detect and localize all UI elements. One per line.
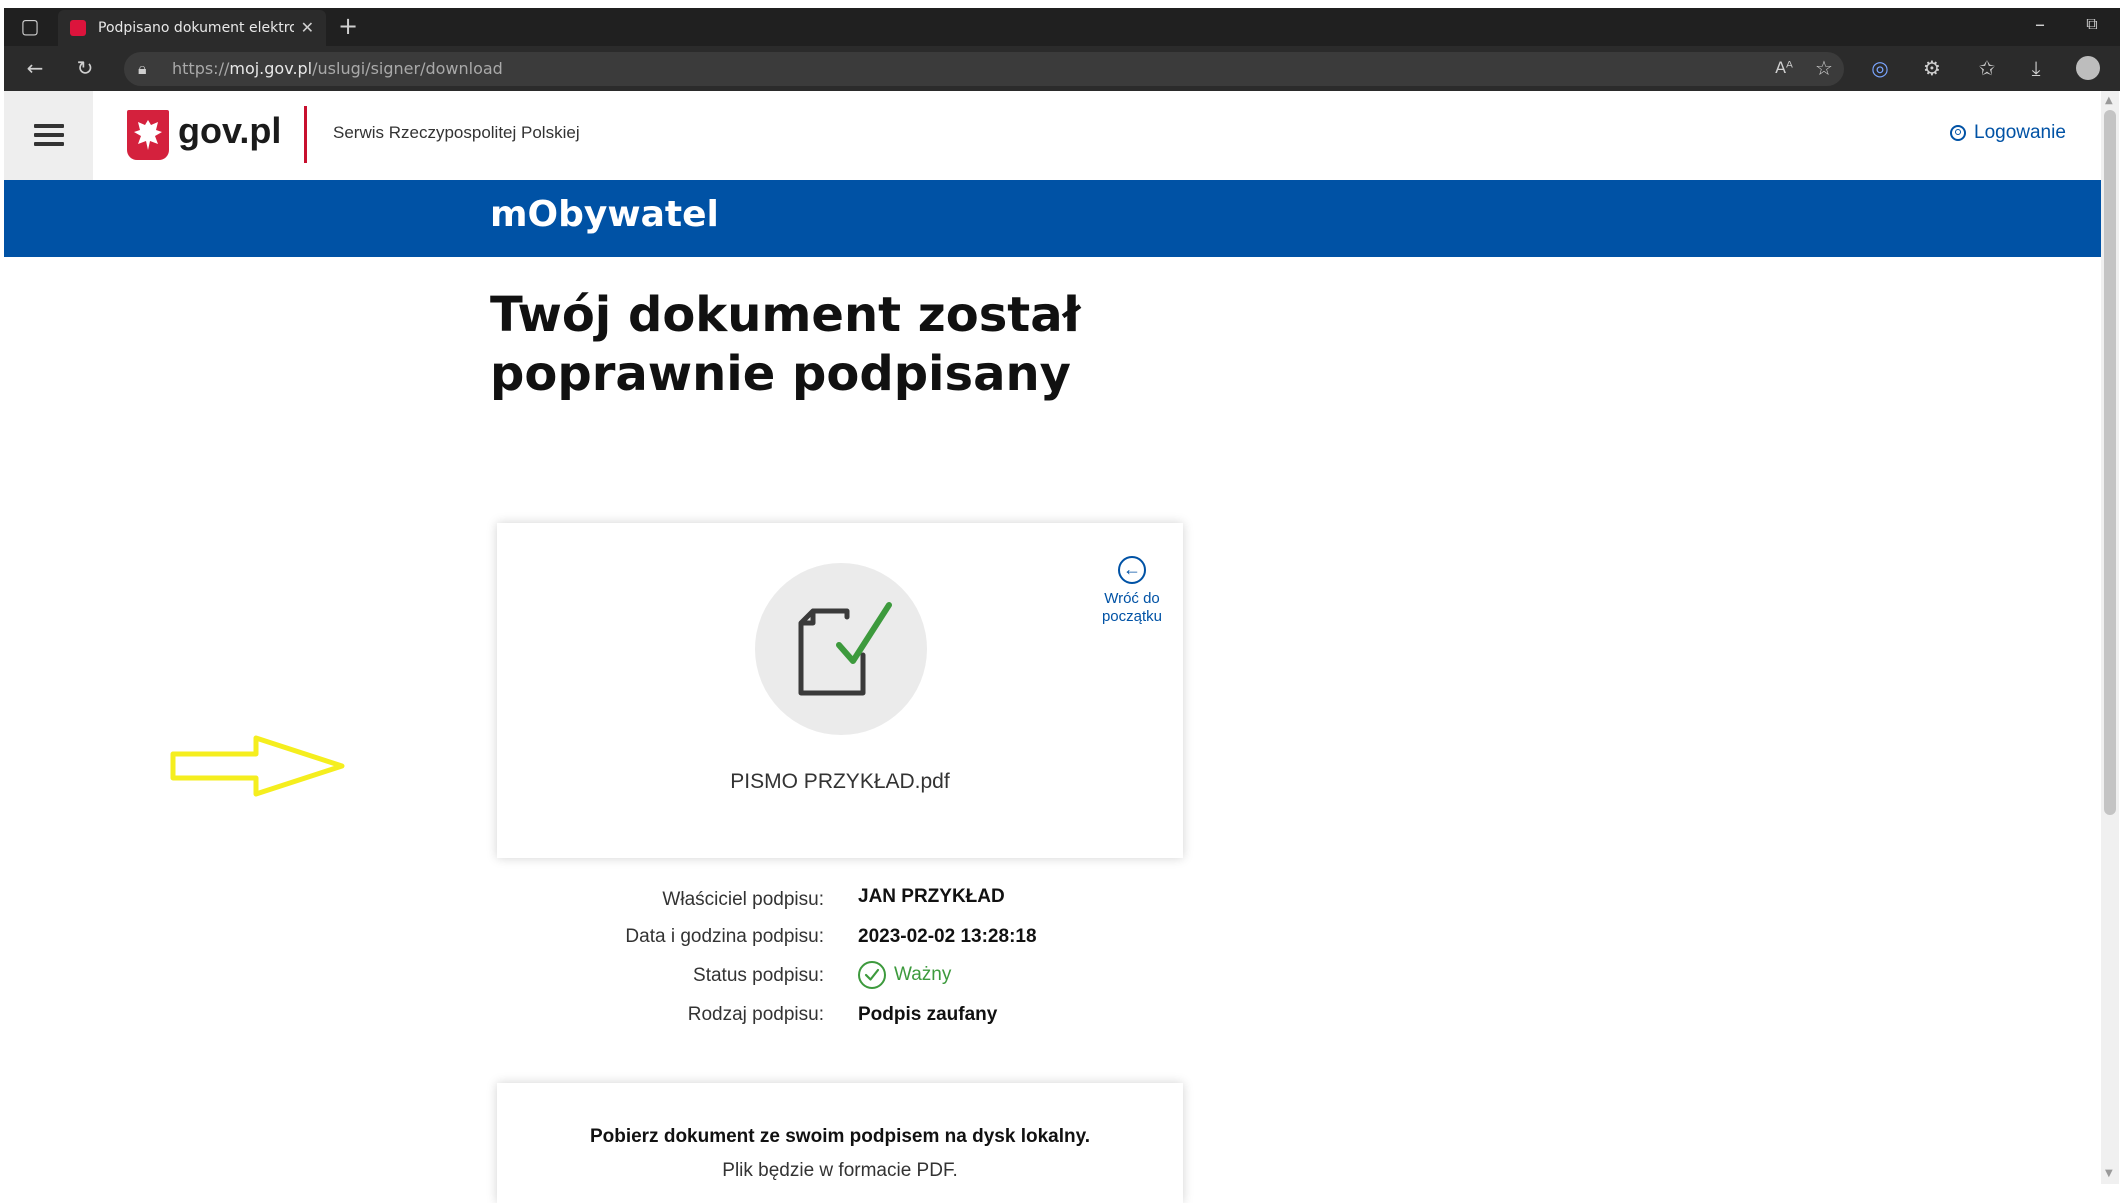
- date-value: 2023-02-02 13:28:18: [858, 926, 1037, 947]
- login-label: Logowanie: [1974, 122, 2066, 143]
- gov-favicon-icon: [70, 20, 86, 36]
- owner-label: Właściciel podpisu:: [662, 889, 824, 910]
- login-link[interactable]: Logowanie: [1950, 122, 2066, 144]
- extensions-puzzle-icon[interactable]: ⚙: [1920, 56, 1944, 80]
- signed-document-icon: [798, 602, 892, 696]
- scroll-up-icon[interactable]: ▲: [2105, 95, 2113, 106]
- back-to-start-link[interactable]: ← Wróć do początku: [1094, 556, 1170, 626]
- gov-emblem-icon[interactable]: [127, 110, 169, 160]
- lock-icon: 🔒︎: [138, 59, 147, 78]
- service-band: [4, 180, 2101, 257]
- add-favorite-icon[interactable]: ☆: [1813, 56, 1835, 80]
- check-circle-icon: [858, 961, 886, 989]
- reload-icon[interactable]: ↻: [72, 56, 98, 80]
- scrollbar-thumb[interactable]: [2104, 110, 2116, 815]
- download-title: Pobierz dokument ze swoim podpisem na dy…: [589, 1126, 1091, 1147]
- read-aloud-icon[interactable]: Aᴬ: [1773, 56, 1795, 80]
- brand-divider: [304, 106, 307, 163]
- hamburger-icon[interactable]: [34, 124, 64, 146]
- status-label: Status podpisu:: [693, 965, 824, 986]
- new-tab-button[interactable]: +: [336, 14, 360, 38]
- page-title: Twój dokument został poprawnie podpisany: [490, 287, 1081, 402]
- status-badge: Ważny: [858, 961, 951, 989]
- minimize-icon[interactable]: –: [2028, 12, 2052, 36]
- close-tab-icon[interactable]: ✕: [301, 10, 314, 46]
- user-icon: [1950, 125, 1966, 141]
- scroll-down-icon[interactable]: ▼: [2105, 1168, 2113, 1179]
- date-label: Data i godzina podpisu:: [625, 926, 824, 947]
- service-title[interactable]: mObywatel: [490, 194, 719, 235]
- status-value: Ważny: [894, 964, 952, 985]
- restore-icon[interactable]: ⧉: [2080, 12, 2104, 36]
- brand-subtitle: Serwis Rzeczypospolitej Polskiej: [333, 123, 580, 142]
- owner-value: JAN PRZYKŁAD: [858, 886, 1005, 907]
- address-bar[interactable]: 🔒︎ https://moj.gov.pl/uslugi/signer/down…: [124, 52, 1844, 86]
- tab-title: Podpisano dokument elektroniczny: [98, 20, 294, 36]
- back-icon[interactable]: ←: [22, 56, 48, 80]
- downloads-icon[interactable]: ⤓: [2024, 56, 2048, 80]
- extension-icon[interactable]: ◎: [1868, 56, 1892, 80]
- type-value: Podpis zaufany: [858, 1004, 998, 1025]
- favorites-icon[interactable]: ✩: [1975, 56, 1999, 80]
- profile-avatar[interactable]: [2076, 56, 2100, 80]
- site-header: [4, 91, 2101, 180]
- url-text: https://moj.gov.pl/uslugi/signer/downloa…: [172, 59, 503, 78]
- arrow-left-icon: ←: [1118, 556, 1146, 584]
- annotation-arrow-icon: [170, 735, 345, 797]
- tab-actions-icon[interactable]: ▢: [18, 14, 42, 38]
- gov-brand[interactable]: gov.pl: [178, 110, 281, 152]
- browser-tab[interactable]: Podpisano dokument elektroniczny ✕: [58, 10, 326, 46]
- type-label: Rodzaj podpisu:: [687, 1004, 824, 1025]
- download-subtitle: Plik będzie w formacie PDF.: [722, 1160, 958, 1181]
- document-filename: PISMO PRZYKŁAD.pdf: [730, 770, 950, 793]
- document-status-badge: [755, 563, 927, 735]
